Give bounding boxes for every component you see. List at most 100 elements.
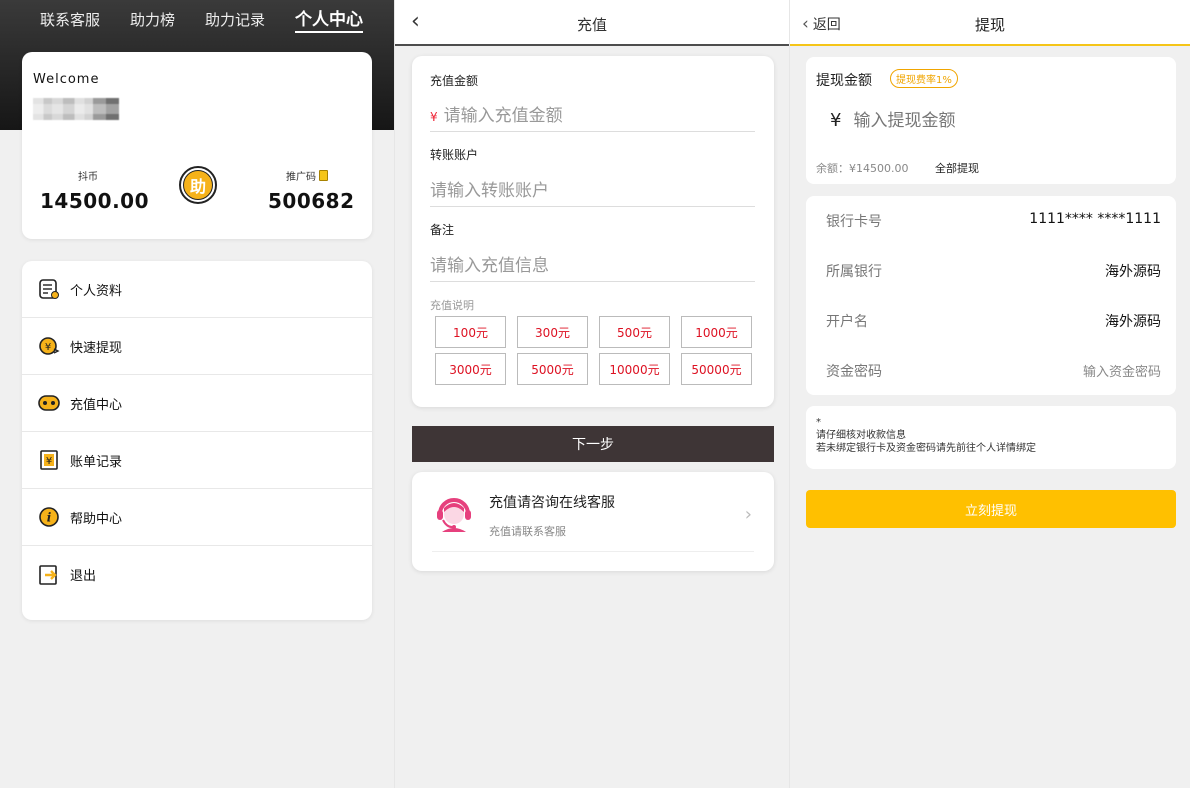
coins-value: 14500.00 bbox=[40, 189, 150, 213]
recharge-panel: ‹ 充值 充值金额 ¥ 请输入充值金额 转账账户 请输入转账账户 备注 请输入充值… bbox=[395, 0, 789, 788]
zhu-badge-icon: 助 bbox=[179, 166, 217, 204]
withdraw-all-link[interactable]: 全部提现 bbox=[935, 160, 979, 176]
account-label: 转账账户 bbox=[430, 148, 479, 162]
fund-password-label: 资金密码 bbox=[826, 364, 882, 380]
profile-panel: 联系客服 助力榜 助力记录 个人中心 Welcome 抖币 14500.00 助… bbox=[0, 0, 394, 788]
amount-option-button[interactable]: 5000元 bbox=[517, 353, 588, 385]
user-card: Welcome 抖币 14500.00 助 推广码 500682 bbox=[22, 52, 372, 239]
withdraw-amount-placeholder: 输入提现金额 bbox=[853, 111, 956, 131]
zhu-badge-glyph: 助 bbox=[183, 170, 213, 200]
svg-text:¥: ¥ bbox=[46, 456, 52, 467]
headset-agent-icon bbox=[434, 492, 474, 532]
bank-card-label: 银行卡号 bbox=[826, 214, 882, 230]
amount-option-button[interactable]: 500元 bbox=[599, 316, 670, 348]
top-nav: 联系客服 助力榜 助力记录 个人中心 bbox=[0, 0, 394, 38]
profile-menu: 个人资料 ¥ 快速提现 充值中心 ¥ 账单记录 i 帮助中心 退出 bbox=[22, 261, 372, 620]
chevron-right-icon: › bbox=[744, 504, 752, 525]
customer-service-card[interactable]: 充值请咨询在线客服 充值请联系客服 › bbox=[412, 472, 774, 571]
amount-option-button[interactable]: 3000元 bbox=[435, 353, 506, 385]
amount-label: 充值金额 bbox=[430, 74, 479, 88]
recharge-icon bbox=[38, 392, 60, 414]
amount-options: 100元 300元 500元 1000元 3000元 5000元 10000元 … bbox=[435, 316, 753, 385]
bank-name-value: 海外源码 bbox=[1105, 264, 1161, 280]
nav-personal-center[interactable]: 个人中心 bbox=[295, 5, 364, 33]
menu-item-help[interactable]: i 帮助中心 bbox=[22, 489, 372, 546]
withdraw-title: 提现 bbox=[974, 16, 1005, 34]
account-name-row: 开户名 海外源码 bbox=[826, 311, 1161, 331]
service-title: 充值请咨询在线客服 bbox=[489, 495, 615, 511]
fund-password-input[interactable]: 输入资金密码 bbox=[1083, 361, 1161, 380]
bank-info-card: 银行卡号 1111**** ****1111 所属银行 海外源码 开户名 海外源… bbox=[806, 196, 1176, 395]
svg-text:¥: ¥ bbox=[45, 342, 51, 353]
account-name-value: 海外源码 bbox=[1105, 314, 1161, 330]
amount-option-button[interactable]: 50000元 bbox=[681, 353, 752, 385]
coins-label: 抖币 bbox=[78, 172, 98, 183]
coins-stat: 抖币 14500.00 bbox=[40, 168, 150, 213]
withdraw-amount-card: 提现金额 提现费率1% ¥ 输入提现金额 余额：¥14500.00 全部提现 bbox=[806, 57, 1176, 184]
promo-value: 500682 bbox=[268, 189, 355, 213]
menu-label-logout: 退出 bbox=[70, 569, 97, 584]
balance-text: 余额：¥14500.00 bbox=[816, 162, 909, 175]
withdraw-panel: ‹ 返回 提现 提现金额 提现费率1% ¥ 输入提现金额 余额：¥14500.00 … bbox=[790, 0, 1190, 788]
withdraw-submit-button[interactable]: 立刻提现 bbox=[806, 490, 1176, 528]
svg-text:i: i bbox=[47, 511, 52, 525]
yen-icon: ¥ bbox=[430, 110, 438, 124]
menu-label-recharge: 充值中心 bbox=[70, 397, 123, 413]
withdraw-icon: ¥ bbox=[38, 335, 60, 357]
amount-option-button[interactable]: 300元 bbox=[517, 316, 588, 348]
amount-input[interactable]: ¥ 请输入充值金额 bbox=[430, 102, 755, 132]
withdraw-amount-input[interactable]: ¥ 输入提现金额 bbox=[830, 106, 955, 131]
notice-card: * 请仔细核对收款信息 若未绑定银行卡及资金密码请先前往个人详情绑定 bbox=[806, 406, 1176, 469]
note-placeholder: 请输入充值信息 bbox=[430, 256, 549, 276]
yen-icon: ¥ bbox=[830, 110, 842, 131]
promo-label: 推广码 bbox=[286, 172, 316, 183]
promo-stat: 推广码 500682 bbox=[268, 168, 355, 213]
amount-placeholder: 请输入充值金额 bbox=[443, 106, 563, 126]
menu-item-bills[interactable]: ¥ 账单记录 bbox=[22, 432, 372, 489]
bank-name-label: 所属银行 bbox=[826, 264, 882, 280]
menu-item-recharge[interactable]: 充值中心 bbox=[22, 375, 372, 432]
nav-ranking[interactable]: 助力榜 bbox=[130, 9, 175, 30]
menu-item-profile[interactable]: 个人资料 bbox=[22, 261, 372, 318]
service-divider bbox=[432, 551, 754, 552]
menu-item-logout[interactable]: 退出 bbox=[22, 546, 372, 603]
logout-icon bbox=[38, 564, 60, 586]
menu-label-help: 帮助中心 bbox=[70, 511, 123, 527]
next-step-button[interactable]: 下一步 bbox=[412, 426, 774, 462]
notice-star: * bbox=[816, 417, 821, 428]
amounts-label: 充值说明 bbox=[430, 299, 474, 312]
recharge-title: 充值 bbox=[576, 16, 607, 34]
nav-customer-service[interactable]: 联系客服 bbox=[40, 9, 100, 30]
profile-icon bbox=[38, 278, 60, 300]
note-input[interactable]: 请输入充值信息 bbox=[430, 252, 755, 282]
fund-password-row: 资金密码 输入资金密码 bbox=[826, 361, 1161, 381]
copy-icon[interactable] bbox=[319, 170, 328, 181]
nav-records[interactable]: 助力记录 bbox=[205, 9, 265, 30]
note-label: 备注 bbox=[430, 223, 455, 237]
bank-name-row: 所属银行 海外源码 bbox=[826, 261, 1161, 281]
welcome-text: Welcome bbox=[33, 72, 100, 87]
amount-option-button[interactable]: 10000元 bbox=[599, 353, 670, 385]
blurred-username bbox=[33, 98, 119, 120]
recharge-form: 充值金额 ¥ 请输入充值金额 转账账户 请输入转账账户 备注 请输入充值信息 充值… bbox=[412, 56, 774, 407]
service-subtitle: 充值请联系客服 bbox=[489, 525, 566, 538]
menu-label-bills: 账单记录 bbox=[70, 454, 123, 470]
menu-label-profile: 个人资料 bbox=[70, 283, 123, 299]
notice-line-1: 请仔细核对收款信息 bbox=[816, 430, 906, 441]
account-placeholder: 请输入转账账户 bbox=[430, 181, 549, 201]
notice-line-2: 若未绑定银行卡及资金密码请先前往个人详情绑定 bbox=[816, 443, 1036, 454]
bank-card-value: 1111**** ****1111 bbox=[1029, 211, 1161, 227]
help-icon: i bbox=[38, 506, 60, 528]
menu-item-withdraw[interactable]: ¥ 快速提现 bbox=[22, 318, 372, 375]
account-name-label: 开户名 bbox=[826, 314, 868, 330]
menu-label-withdraw: 快速提现 bbox=[70, 340, 123, 356]
recharge-topbar: ‹ 充值 bbox=[395, 0, 789, 46]
withdraw-topbar: ‹ 返回 提现 bbox=[790, 0, 1190, 46]
account-input[interactable]: 请输入转账账户 bbox=[430, 177, 755, 207]
bank-card-row: 银行卡号 1111**** ****1111 bbox=[826, 211, 1161, 231]
bill-icon: ¥ bbox=[38, 449, 60, 471]
amount-option-button[interactable]: 100元 bbox=[435, 316, 506, 348]
fee-rate-badge: 提现费率1% bbox=[890, 69, 958, 88]
withdraw-amount-label: 提现金额 bbox=[816, 73, 872, 89]
amount-option-button[interactable]: 1000元 bbox=[681, 316, 752, 348]
